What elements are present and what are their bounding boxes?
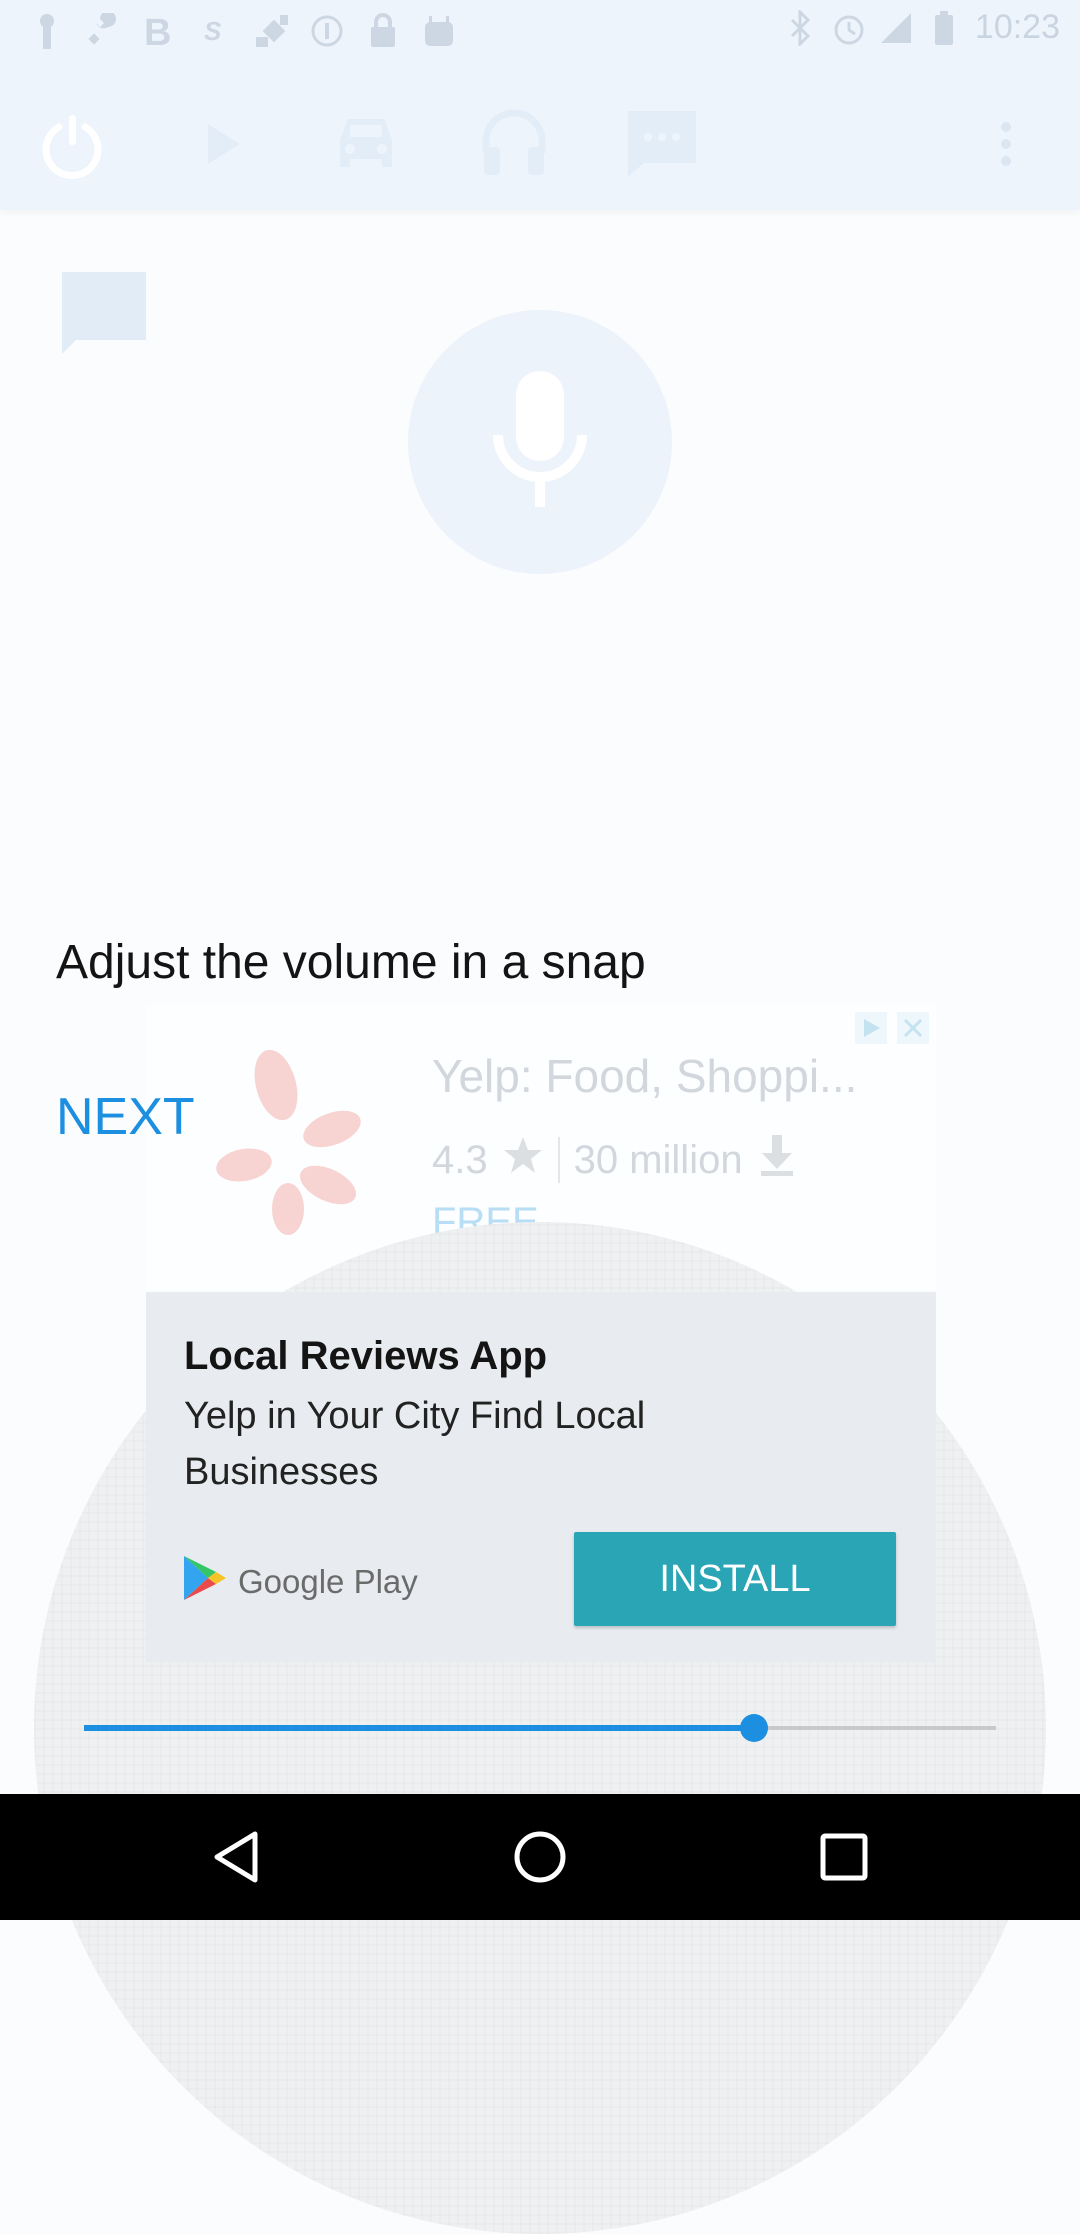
back-icon[interactable] <box>206 1827 266 1887</box>
info-icon <box>310 12 344 50</box>
mode-toolbar <box>0 64 1080 210</box>
status-right-icons: 10:23 <box>783 8 1060 47</box>
ad-card-title: Local Reviews App <box>184 1334 548 1378</box>
brand-s-icon: S <box>198 12 232 50</box>
ad-app-title: Yelp: Food, Shoppi... <box>432 1050 858 1102</box>
volume-slider[interactable] <box>84 1710 996 1746</box>
google-play-badge: Google Play <box>182 1554 418 1610</box>
ad-card[interactable]: Local Reviews App Yelp in Your City Find… <box>146 1292 936 1662</box>
next-button[interactable]: NEXT <box>56 1087 195 1147</box>
notification-icon <box>30 12 64 50</box>
signal-icon <box>879 9 913 47</box>
headphones-icon[interactable] <box>474 104 554 184</box>
yelp-logo-icon <box>216 1045 366 1235</box>
lock-icon <box>366 12 400 50</box>
ad-badges <box>854 1011 930 1050</box>
wrench-icon <box>86 12 120 50</box>
android-icon <box>422 12 456 50</box>
google-play-icon <box>182 1554 226 1610</box>
ad-app-meta: 4.3 30 million <box>432 1133 797 1187</box>
adchoices-icon[interactable] <box>854 1011 888 1050</box>
close-ad-icon[interactable] <box>896 1011 930 1050</box>
chat-bubble-icon[interactable] <box>60 270 148 361</box>
alarm-icon <box>831 9 865 47</box>
clock: 10:23 <box>974 8 1060 46</box>
tutorial-headline: Adjust the volume in a snap <box>56 936 646 989</box>
power-icon[interactable] <box>32 104 112 184</box>
microphone-button[interactable] <box>408 310 672 574</box>
slider-fill <box>84 1725 754 1731</box>
svg-text:B: B <box>144 13 171 49</box>
ad-rating: 4.3 <box>432 1137 488 1182</box>
bold-b-icon: B <box>142 12 176 50</box>
status-left-icons: B S <box>30 12 456 50</box>
star-icon <box>502 1135 544 1185</box>
meta-divider <box>557 1137 560 1183</box>
microphone-icon <box>480 365 600 520</box>
bluetooth-icon <box>783 9 817 47</box>
install-button[interactable]: INSTALL <box>574 1532 896 1626</box>
play-icon[interactable] <box>182 104 262 184</box>
overflow-menu-icon[interactable] <box>966 104 1046 184</box>
navigation-bar <box>0 1794 1080 1920</box>
svg-text:S: S <box>204 16 222 46</box>
download-icon <box>757 1133 797 1187</box>
slider-thumb[interactable] <box>740 1714 768 1742</box>
status-bar: B S 10:23 <box>0 0 1080 64</box>
message-icon[interactable] <box>622 104 702 184</box>
battery-icon <box>927 9 961 47</box>
satellite-icon <box>254 12 288 50</box>
home-icon[interactable] <box>510 1827 570 1887</box>
ad-card-body: Yelp in Your City Find Local Businesses <box>184 1395 646 1493</box>
google-play-label: Google Play <box>238 1563 418 1600</box>
recents-icon[interactable] <box>814 1827 874 1887</box>
car-icon[interactable] <box>326 104 406 184</box>
ad-downloads: 30 million <box>573 1137 743 1182</box>
